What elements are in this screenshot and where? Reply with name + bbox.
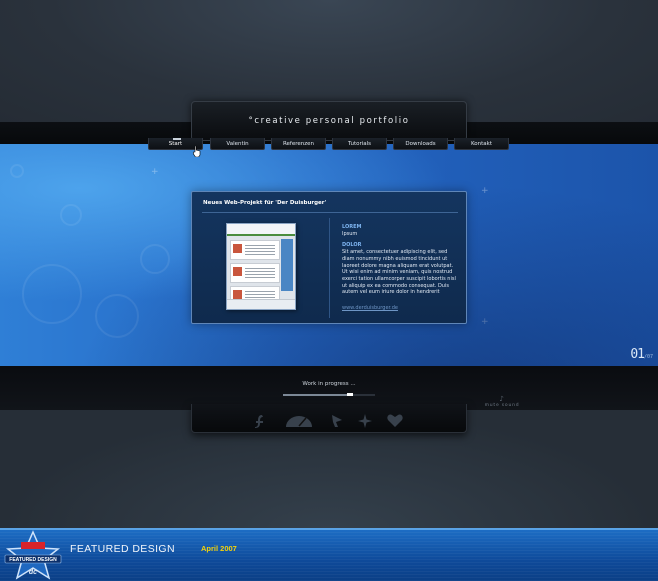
nav-tab-downloads[interactable]: Downloads	[393, 138, 448, 150]
main-nav: Start Valentin Referenzen Tutorials Down…	[148, 138, 512, 151]
featured-date: April 2007	[201, 544, 237, 553]
panel-text: LOREM Ipsum DOLOR Sit amet, consectetuer…	[342, 224, 460, 296]
speaker-icon: ♪	[499, 395, 505, 403]
nav-tab-valentin[interactable]: Valentin	[210, 138, 265, 150]
decorative-circle	[60, 204, 82, 226]
decorative-circle	[95, 294, 139, 338]
project-thumbnail[interactable]	[226, 223, 296, 310]
progress-status: Work in progress ...	[302, 381, 356, 387]
counter-value: 01	[630, 347, 645, 362]
panel-title: Neues Web-Projekt für 'Der Duisburger'	[203, 200, 327, 206]
nav-tab-label: Start	[168, 141, 183, 147]
thumbnail-header	[227, 224, 295, 236]
sparkle-icon[interactable]	[358, 414, 372, 428]
heart-icon[interactable]	[387, 414, 403, 428]
featured-title: FEATURED DESIGN	[70, 543, 175, 555]
progress-knob[interactable]	[347, 393, 354, 396]
nav-tab-referenzen[interactable]: Referenzen	[271, 138, 326, 150]
plus-mark-icon: +	[481, 317, 489, 327]
badge-mark: dc	[29, 569, 37, 576]
decorative-circle	[22, 264, 82, 324]
news-panel: Neues Web-Projekt für 'Der Duisburger' L…	[191, 191, 467, 324]
slide-counter: 01/07	[630, 347, 653, 362]
nav-tab-kontakt[interactable]: Kontakt	[454, 138, 509, 150]
plus-mark-icon: +	[151, 167, 159, 177]
nav-tab-label: Tutorials	[347, 141, 372, 147]
progress-bar[interactable]	[283, 393, 375, 396]
panel-column-divider	[329, 218, 330, 318]
thumbnail-footer	[227, 299, 295, 309]
counter-suffix: /07	[643, 354, 653, 360]
nav-tab-label: Valentin	[226, 141, 249, 147]
dolor-text: Sit amet, consectetuer adipiscing elit, …	[342, 249, 456, 296]
lorem-text: Ipsum	[342, 230, 358, 237]
site-title-text: creative personal portfolio	[254, 116, 410, 126]
panel-divider-line	[202, 212, 458, 213]
nav-tab-label: Referenzen	[282, 141, 315, 147]
plus-mark-icon: +	[481, 186, 489, 196]
icon-bar	[191, 404, 467, 433]
title-box: °creative personal portfolio	[191, 101, 467, 141]
thumbnail-row	[230, 240, 280, 260]
thumbnail-row	[230, 263, 280, 283]
speedometer-icon[interactable]	[284, 414, 314, 428]
hand-cursor-icon	[193, 146, 201, 157]
play-arrow-icon[interactable]	[330, 414, 344, 428]
dolor-heading: DOLOR	[342, 242, 362, 249]
mute-label: mute sound	[484, 403, 520, 408]
progress-fill	[283, 394, 351, 396]
mute-button[interactable]: ♪ mute sound	[480, 395, 524, 409]
flash-icon[interactable]	[252, 414, 268, 428]
lorem-heading: LOREM	[342, 224, 362, 230]
nav-tab-label: Kontakt	[470, 141, 493, 147]
thumbnail-sidebar	[281, 239, 293, 291]
decorative-circle	[10, 164, 24, 178]
project-link[interactable]: www.derduisburger.de	[342, 305, 398, 311]
site-title: °creative personal portfolio	[192, 116, 466, 126]
featured-star-badge-icon: FEATURED DESIGN dc	[4, 530, 62, 580]
badge-text: FEATURED DESIGN	[9, 557, 57, 563]
nav-tab-tutorials[interactable]: Tutorials	[332, 138, 387, 150]
nav-tab-label: Downloads	[405, 141, 436, 147]
decorative-circle	[140, 244, 170, 274]
